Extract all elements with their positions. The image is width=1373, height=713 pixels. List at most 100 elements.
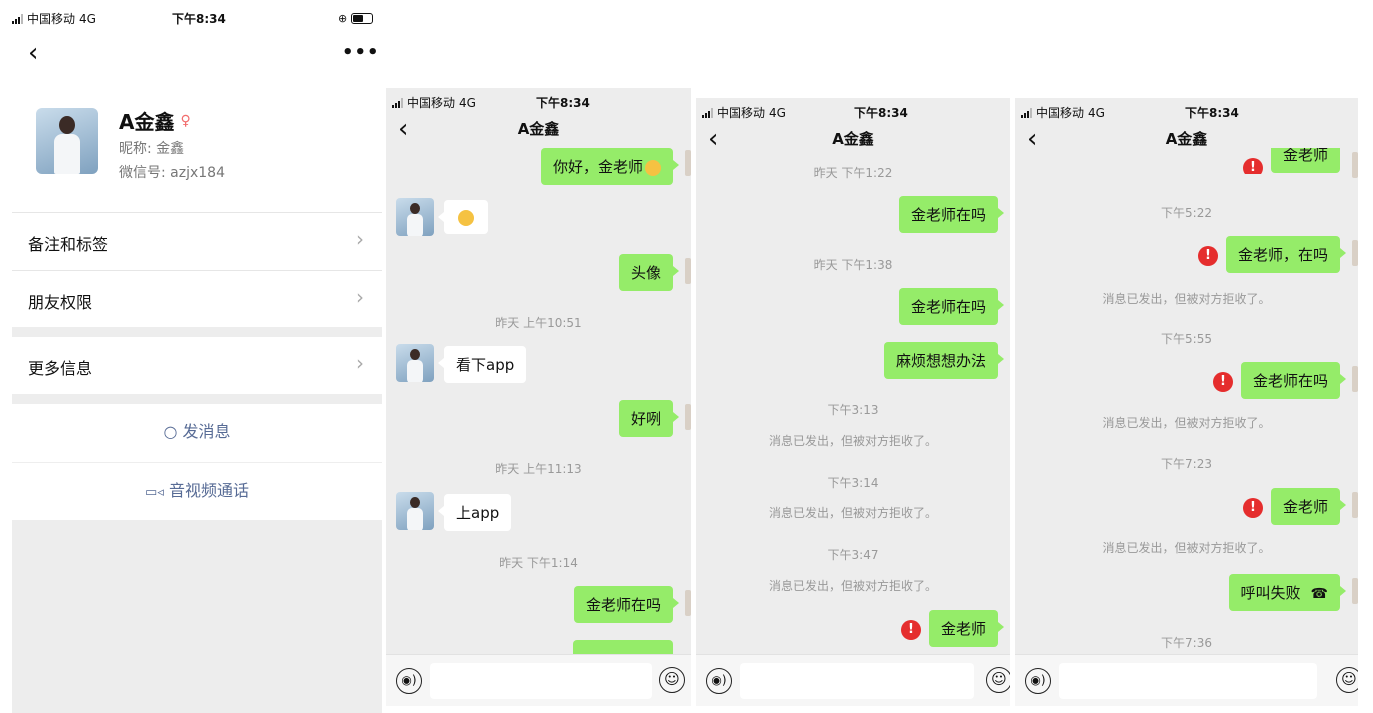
chat-title: A金鑫 [1165,130,1208,148]
avatar[interactable] [396,198,434,236]
message-sent[interactable]: 金老师在吗 [573,586,680,623]
message-received[interactable]: 上app [437,494,512,531]
timestamp: 昨天 下午1:22 [813,166,893,180]
divider [12,327,382,337]
send-message-button[interactable]: ○ 发消息 [12,404,382,460]
error-icon[interactable]: ! [900,619,921,640]
avatar[interactable] [396,344,434,382]
error-icon[interactable]: ! [1212,371,1233,392]
nickname: 昵称: 金鑫 [119,141,185,157]
message-sent-failed[interactable]: !金老师 [1242,488,1347,525]
chat-navbar: ‹ A金鑫 [386,112,691,148]
timestamp: 昨天 下午1:14 [499,556,578,570]
signal-icon [392,97,403,108]
chat-input-bar: ◉) ☺ [696,654,1010,706]
timestamp: 昨天 下午1:38 [813,258,893,272]
voice-input-icon[interactable]: ◉) [1025,668,1051,694]
contact-name: A金鑫 [119,110,175,134]
status-bar: 中国移动 4G 下午8:34 [386,90,691,112]
message-sent-failed[interactable]: ! 金老师在吗 [1212,362,1347,399]
signal-icon [12,13,23,24]
avatar[interactable] [36,108,98,174]
message-input[interactable] [1059,663,1317,699]
menu-label: 备注和标签 [28,235,109,254]
menu-friend-permissions[interactable]: 朋友权限 › [12,270,382,326]
message-sent-failed[interactable]: !金老师 [1242,148,1340,174]
status-time: 下午8:34 [536,96,590,110]
message-input[interactable] [740,663,974,699]
error-icon[interactable]: ! [1242,157,1263,174]
error-icon[interactable]: ! [1197,245,1218,266]
emoji-icon [458,209,474,226]
video-camera-icon: ▭◃ [145,485,164,500]
menu-remarks-tags[interactable]: 备注和标签 › [12,212,382,268]
error-icon[interactable]: ! [1242,497,1263,518]
emoji-icon[interactable]: ☺ [1336,667,1358,693]
signal-icon [1021,107,1032,118]
message-sent[interactable]: 金老师在吗 [898,196,1005,233]
menu-label: 更多信息 [28,359,93,378]
empty-area [12,520,382,713]
chevron-right-icon: › [356,285,364,309]
message-sent-failed[interactable]: !金老师 [900,610,1005,647]
timestamp: 昨天 上午11:13 [495,462,582,476]
profile-header: A金鑫 ♀ 昵称: 金鑫 微信号: azjx184 [12,80,382,212]
timestamp: 下午7:23 [1161,457,1212,471]
emoji-icon [645,159,661,176]
rejected-notice: 消息已发出，但被对方拒收了。 [1102,292,1271,306]
wechat-id: 微信号: azjx184 [119,165,225,181]
timestamp: 下午5:55 [1161,332,1212,346]
rejected-notice: 消息已发出，但被对方拒收了。 [768,579,937,593]
status-bar: 中国移动 4G 下午8:34 ⊕ [0,6,382,28]
message-input[interactable] [430,663,652,699]
chat-input-bar: ◉) ☺ [386,654,691,706]
battery-icon [351,13,374,24]
gender-female-icon: ♀ [180,112,191,129]
message-sent[interactable]: 金老师在吗 [898,288,1005,325]
rejected-notice: 消息已发出，但被对方拒收了。 [768,434,937,448]
chat-screen-2: 中国移动 4G 下午8:34 ‹ A金鑫 昨天 下午1:22 金老师在吗 昨天 … [696,98,1010,706]
rotation-lock-icon: ⊕ [338,12,348,25]
emoji-icon[interactable]: ☺ [659,667,685,693]
status-time: 下午8:34 [1185,106,1239,120]
chevron-right-icon: › [356,227,364,251]
message-sent[interactable]: 好咧 [618,400,680,437]
emoji-icon[interactable]: ☺ [986,667,1010,693]
message-sent[interactable]: 麻烦想想办法 [883,342,1005,379]
message-sent[interactable]: 你好，金老师 [540,148,680,185]
phone-hangup-icon: ☎ [1310,586,1328,602]
rejected-notice: 消息已发出，但被对方拒收了。 [1102,416,1271,430]
divider [12,394,382,404]
voice-input-icon[interactable]: ◉) [706,668,732,694]
avatar[interactable] [396,492,434,530]
message-received[interactable] [438,200,488,234]
chat-input-bar: ◉) ☺ [1015,654,1358,706]
status-bar: 中国移动 4G 下午8:34 [1015,100,1358,122]
timestamp: 下午7:36 [1161,636,1212,650]
menu-more-info[interactable]: 更多信息 › [12,337,382,393]
network-type: 4G [79,11,96,26]
timestamp: 下午3:13 [827,403,879,417]
chat-title: A金鑫 [832,130,874,148]
timestamp: 昨天 上午10:51 [495,316,582,330]
menu-label: 朋友权限 [28,293,93,312]
chat-title: A金鑫 [517,120,560,138]
message-sent[interactable]: 头像 [618,254,680,291]
call-failed-message[interactable]: 呼叫失败 ☎ [1228,574,1347,611]
timestamp: 下午3:14 [827,476,879,490]
more-options-button[interactable]: ••• [342,42,380,63]
rejected-notice: 消息已发出，但被对方拒收了。 [1102,541,1271,555]
chat-screen-3: 中国移动 4G 下午8:34 ‹ A金鑫 !金老师 下午5:22 ! 金老师，在吗… [1015,98,1358,706]
message-received[interactable]: 看下app [437,346,527,383]
rejected-notice: 消息已发出，但被对方拒收了。 [768,506,937,520]
chevron-right-icon: › [356,351,364,375]
status-bar: 中国移动 4G 下午8:34 [696,100,1010,122]
back-button[interactable]: ‹ [28,38,38,68]
voice-input-icon[interactable]: ◉) [396,668,422,694]
signal-icon [702,107,713,118]
video-call-button[interactable]: ▭◃ 音视频通话 [12,462,382,518]
message-sent-failed[interactable]: ! 金老师，在吗 [1197,236,1347,273]
status-time: 下午8:34 [854,106,908,120]
timestamp: 下午5:22 [1161,206,1212,220]
status-time: 下午8:34 [172,12,226,26]
